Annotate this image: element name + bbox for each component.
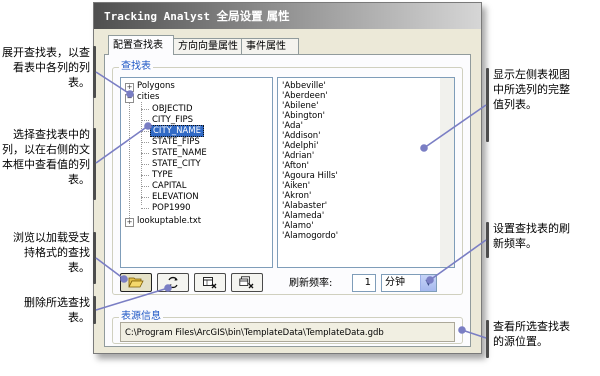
tab-configure-lookup[interactable]: 配置查找表 (108, 35, 174, 55)
callout-remove-table: 删除所选查找表。 (24, 296, 90, 324)
callout-view-source: 查看所选查找表的源位置。 (493, 320, 570, 348)
callout-expand-table: 展开查找表，以查看表中各列的列表。 (2, 46, 90, 89)
callout-show-values: 显示左侧表视图中所选列的完整值列表。 (493, 68, 570, 111)
callout-browse-load: 浏览以加载受支持格式的查找表。 (13, 231, 90, 274)
callout-set-refresh: 设置查找表的刷新频率。 (493, 222, 570, 250)
callout-select-column: 选择查找表中的列，以在右侧的文本框中查看值的列表。 (2, 128, 90, 186)
